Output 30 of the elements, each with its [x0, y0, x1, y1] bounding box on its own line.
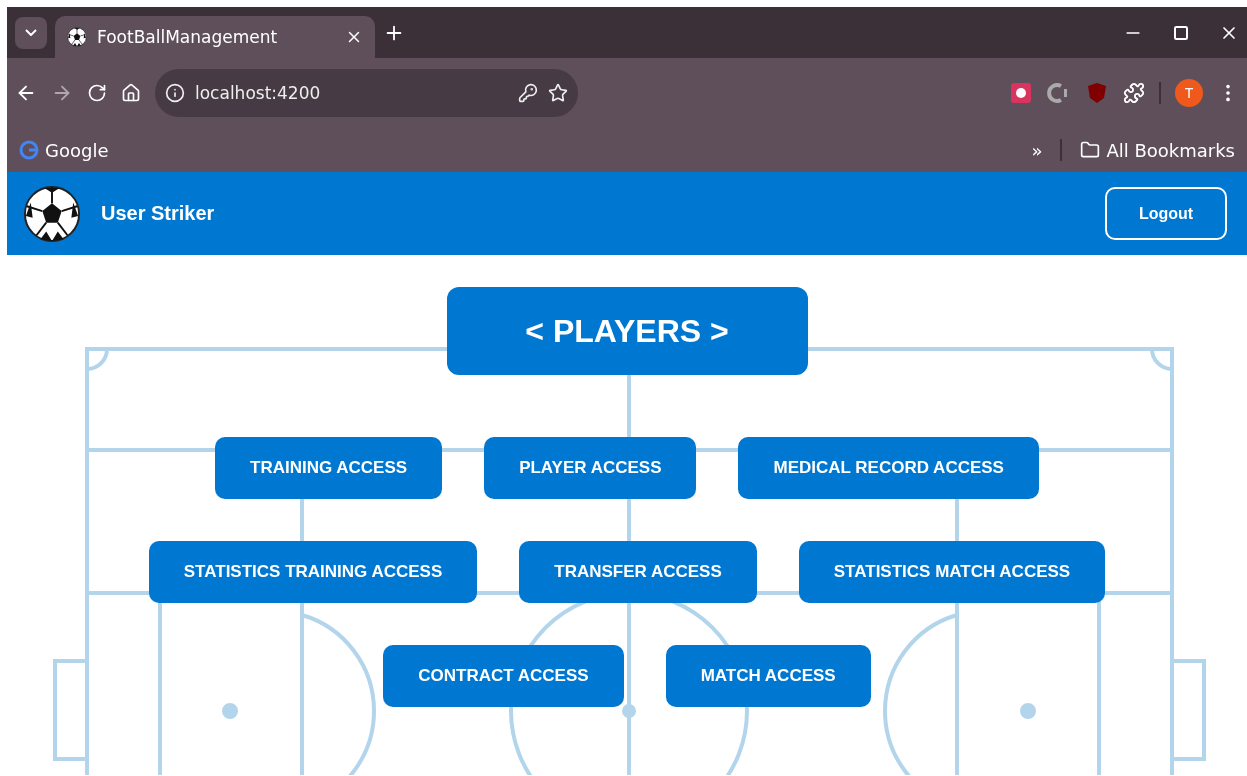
access-button[interactable]: MEDICAL RECORD ACCESS — [738, 437, 1039, 499]
access-button[interactable]: TRANSFER ACCESS — [519, 541, 757, 603]
access-button[interactable]: STATISTICS MATCH ACCESS — [798, 541, 1106, 603]
reload-icon[interactable] — [87, 83, 107, 103]
extensions-icon[interactable] — [1123, 82, 1145, 104]
info-icon[interactable] — [165, 83, 185, 103]
access-button[interactable]: TRAINING ACCESS — [215, 437, 443, 499]
bookmarks-overflow-button[interactable]: » — [1031, 139, 1043, 161]
chevron-down-icon — [25, 29, 37, 36]
google-logo-icon — [19, 140, 39, 160]
profile-avatar[interactable]: T — [1175, 79, 1203, 107]
logout-button[interactable]: Logout — [1105, 187, 1227, 240]
players-title-button[interactable]: < PLAYERS > — [446, 287, 808, 375]
bookmark-link[interactable]: Google — [19, 139, 109, 161]
address-bar[interactable]: localhost:4200 — [155, 69, 578, 117]
access-button[interactable]: MATCH ACCESS — [665, 645, 871, 707]
key-icon[interactable] — [518, 83, 538, 103]
home-icon[interactable] — [121, 83, 141, 103]
star-icon[interactable] — [548, 83, 568, 103]
browser-tab[interactable]: FootBallManagement — [55, 16, 375, 58]
tab-search-button[interactable] — [15, 16, 47, 49]
access-button[interactable]: STATISTICS TRAINING ACCESS — [148, 541, 478, 603]
maximize-icon[interactable] — [1173, 24, 1189, 41]
folder-icon — [1080, 140, 1101, 160]
user-name: User Striker — [101, 202, 216, 225]
access-button[interactable]: CONTRACT ACCESS — [383, 645, 624, 707]
access-button[interactable]: PLAYER ACCESS — [484, 437, 697, 499]
soccer-ball-icon — [23, 184, 81, 243]
soccer-ball-icon — [67, 27, 87, 47]
all-bookmarks-button[interactable]: All Bookmarks — [1080, 139, 1235, 161]
